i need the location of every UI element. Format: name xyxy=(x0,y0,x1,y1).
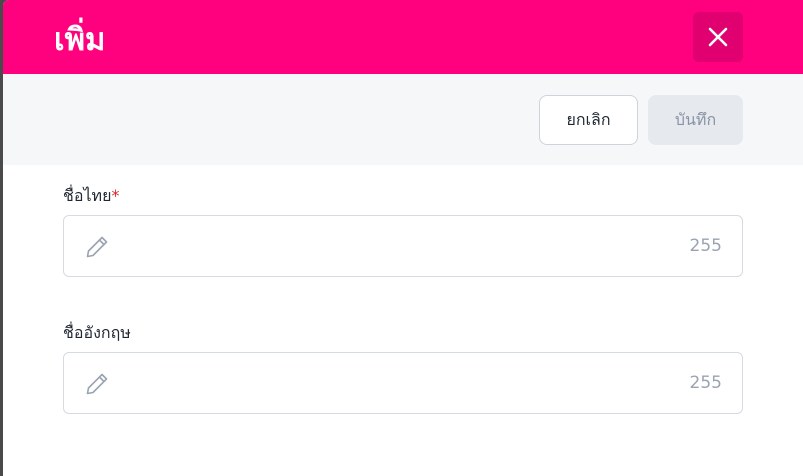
pencil-icon xyxy=(86,236,108,258)
english-name-input[interactable] xyxy=(124,363,664,403)
char-counter: 255 xyxy=(689,373,722,393)
dialog-title: เพิ่ม xyxy=(54,22,106,58)
thai-name-label: ชื่อไทย* xyxy=(63,185,119,207)
dialog-header: เพิ่ม xyxy=(3,0,803,74)
close-button[interactable] xyxy=(693,12,743,62)
close-icon xyxy=(708,27,728,47)
english-name-label: ชื่ออังกฤษ xyxy=(63,323,131,342)
cancel-button[interactable]: ยกเลิก xyxy=(539,95,638,145)
char-counter: 255 xyxy=(689,236,722,256)
save-button[interactable]: บันทึก xyxy=(648,95,743,145)
required-mark: * xyxy=(111,186,120,205)
add-dialog: เพิ่ม ยกเลิก บันทึก ชื่อไทย* 255 ชื่ออัง… xyxy=(3,0,803,476)
thai-name-label-text: ชื่อไทย xyxy=(63,186,112,205)
dialog-toolbar: ยกเลิก บันทึก xyxy=(3,74,803,165)
english-name-field[interactable]: 255 xyxy=(63,352,743,414)
pencil-icon xyxy=(86,373,108,395)
thai-name-input[interactable] xyxy=(124,226,664,266)
thai-name-field[interactable]: 255 xyxy=(63,215,743,277)
